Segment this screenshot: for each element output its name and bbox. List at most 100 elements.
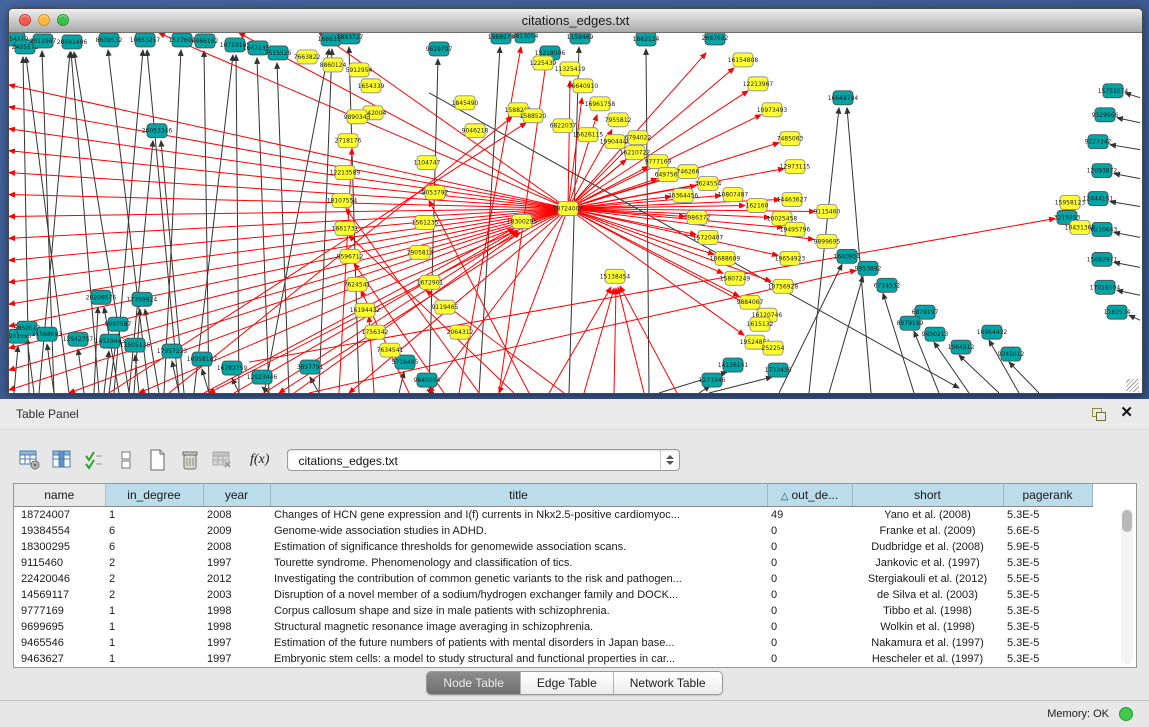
graph-node[interactable]: 9053792 (422, 186, 449, 200)
graph-node[interactable]: 7905813 (407, 245, 434, 259)
delete-column-button[interactable] (178, 448, 202, 472)
table-row[interactable]: 1872400712008Changes of HCN gene express… (14, 507, 1092, 524)
graph-node[interactable]: 19654923 (775, 251, 806, 265)
table-cell[interactable]: Tourette syndrome. Phenomenology and cla… (270, 555, 767, 571)
table-cell[interactable]: Dudbridge et al. (2008) (852, 539, 1003, 555)
table-cell[interactable]: 5.5E-5 (1003, 571, 1092, 587)
graph-node[interactable]: 7485063 (777, 132, 804, 146)
table-cell[interactable]: 9115460 (14, 555, 105, 571)
table-cell[interactable]: 9465546 (14, 635, 105, 651)
tab-node-table[interactable]: Node Table (427, 672, 521, 694)
table-cell[interactable]: Jankovic et al. (1997) (852, 555, 1003, 571)
unselect-rows-button[interactable] (114, 448, 138, 472)
select-all-button[interactable] (82, 448, 106, 472)
table-cell[interactable]: 2012 (203, 571, 270, 587)
table-cell[interactable]: 1 (105, 619, 203, 635)
table-row[interactable]: 911546021997Tourette syndrome. Phenomeno… (14, 555, 1092, 571)
graph-node[interactable]: 1588520 (520, 109, 547, 123)
graph-node[interactable]: 7663822 (294, 50, 321, 64)
graph-node[interactable]: 12093872 (1087, 164, 1118, 178)
table-cell[interactable]: 9777169 (14, 603, 105, 619)
scrollbar-thumb[interactable] (1122, 510, 1132, 532)
network-canvas[interactable]: 1954119240557220139672069140686395321065… (9, 33, 1140, 393)
graph-node[interactable]: 9046218 (462, 124, 489, 138)
table-cell[interactable]: 0 (767, 619, 852, 635)
table-cell[interactable]: de Silva et al. (2003) (852, 587, 1003, 603)
graph-node[interactable]: 17957223 (157, 344, 188, 358)
table-cell[interactable]: Corpus callosum shape and size in male p… (270, 603, 767, 619)
table-cell[interactable]: 18724007 (14, 507, 105, 524)
table-cell[interactable]: Genome-wide association studies in ADHD. (270, 523, 767, 539)
table-cell[interactable]: 2003 (203, 587, 270, 603)
graph-node[interactable]: 252254 (762, 341, 785, 355)
table-row[interactable]: 977716911998Corpus callosum shape and si… (14, 603, 1092, 619)
graph-node[interactable]: 16961758 (585, 97, 616, 111)
column-header-year[interactable]: year (203, 484, 270, 507)
graph-node[interactable]: 8860124 (320, 58, 347, 72)
table-row[interactable]: 969969511998Structural magnetic resonanc… (14, 619, 1092, 635)
table-cell[interactable]: 19384554 (14, 523, 105, 539)
graph-node[interactable]: 6822037 (550, 119, 577, 133)
graph-node[interactable]: 10973493 (757, 103, 788, 117)
graph-node[interactable]: 7986372 (684, 211, 711, 225)
table-row[interactable]: 946362711997Embryonic stem cells: a mode… (14, 651, 1092, 667)
table-vertical-scrollbar[interactable] (1121, 508, 1133, 664)
graph-node[interactable]: 2064312 (447, 325, 474, 339)
table-cell[interactable]: 0 (767, 571, 852, 587)
show-columns-button[interactable] (50, 448, 74, 472)
graph-node[interactable]: 9953892 (855, 261, 882, 275)
graph-node[interactable]: 17359924 (127, 292, 158, 306)
graph-node[interactable]: 20364456 (668, 189, 699, 203)
table-cell[interactable]: 2 (105, 555, 203, 571)
graph-node[interactable]: 8596712 (337, 249, 364, 263)
graph-node[interactable]: 9899695 (814, 234, 841, 248)
graph-node[interactable]: 9245012 (998, 347, 1025, 361)
table-cell[interactable]: Hescheler et al. (1997) (852, 651, 1003, 667)
table-cell[interactable]: 9463627 (14, 651, 105, 667)
column-header-name[interactable]: name (14, 484, 105, 507)
table-cell[interactable]: 1998 (203, 619, 270, 635)
table-cell[interactable]: 5.3E-5 (1003, 507, 1092, 524)
graph-node[interactable]: 7624541 (344, 277, 371, 291)
graph-node[interactable]: 1654339 (358, 79, 385, 93)
table-cell[interactable]: Changes of HCN gene expression and I(f) … (270, 507, 767, 524)
graph-node[interactable]: 9645054 (414, 373, 441, 387)
table-cell[interactable]: Estimation of the future numbers of pati… (270, 635, 767, 651)
table-cell[interactable]: 1997 (203, 635, 270, 651)
graph-node[interactable]: 12213967 (743, 77, 774, 91)
graph-node[interactable]: 162160 (746, 199, 769, 213)
graph-node[interactable]: 1672901 (417, 275, 444, 289)
graph-node[interactable]: 20691406 (57, 35, 88, 49)
graph-node[interactable]: 1225439 (530, 56, 557, 70)
graph-node[interactable]: 14463627 (777, 193, 808, 207)
table-cell[interactable]: Wolkin et al. (1998) (852, 619, 1003, 635)
graph-node[interactable]: 16648784 (828, 91, 859, 105)
table-cell[interactable]: 0 (767, 635, 852, 651)
graph-node[interactable]: 9777169 (645, 155, 672, 169)
graph-node[interactable]: 1064512 (948, 340, 975, 354)
graph-node[interactable]: 1561235 (412, 215, 439, 229)
graph-node[interactable]: 2013967 (30, 34, 57, 48)
tab-edge-table[interactable]: Edge Table (521, 672, 614, 694)
table-cell[interactable]: 6 (105, 539, 203, 555)
table-cell[interactable]: Embryonic stem cells: a model to study s… (270, 651, 767, 667)
table-cell[interactable]: 5.3E-5 (1003, 603, 1092, 619)
table-cell[interactable]: 5.3E-5 (1003, 587, 1092, 603)
graph-node[interactable]: 6714532 (874, 278, 901, 292)
graph-node[interactable]: 1273346 (699, 373, 726, 387)
table-cell[interactable]: 1997 (203, 651, 270, 667)
table-cell[interactable]: 2009 (203, 523, 270, 539)
graph-node[interactable]: 12942757 (63, 332, 94, 346)
graph-node[interactable]: 2687682 (702, 33, 729, 45)
table-cell[interactable]: 1998 (203, 603, 270, 619)
table-cell[interactable]: 5.6E-5 (1003, 523, 1092, 539)
graph-node[interactable]: 12973115 (780, 160, 811, 174)
window-resize-grip[interactable] (1126, 379, 1139, 392)
graph-node[interactable]: 9890343 (344, 110, 371, 124)
table-cell[interactable]: 18300295 (14, 539, 105, 555)
graph-node[interactable]: 1615132 (747, 317, 774, 331)
graph-node[interactable]: 16640910 (568, 79, 599, 93)
graph-node[interactable]: 8813054 (512, 33, 539, 43)
table-cell[interactable]: 0 (767, 587, 852, 603)
table-cell[interactable]: 1 (105, 651, 203, 667)
